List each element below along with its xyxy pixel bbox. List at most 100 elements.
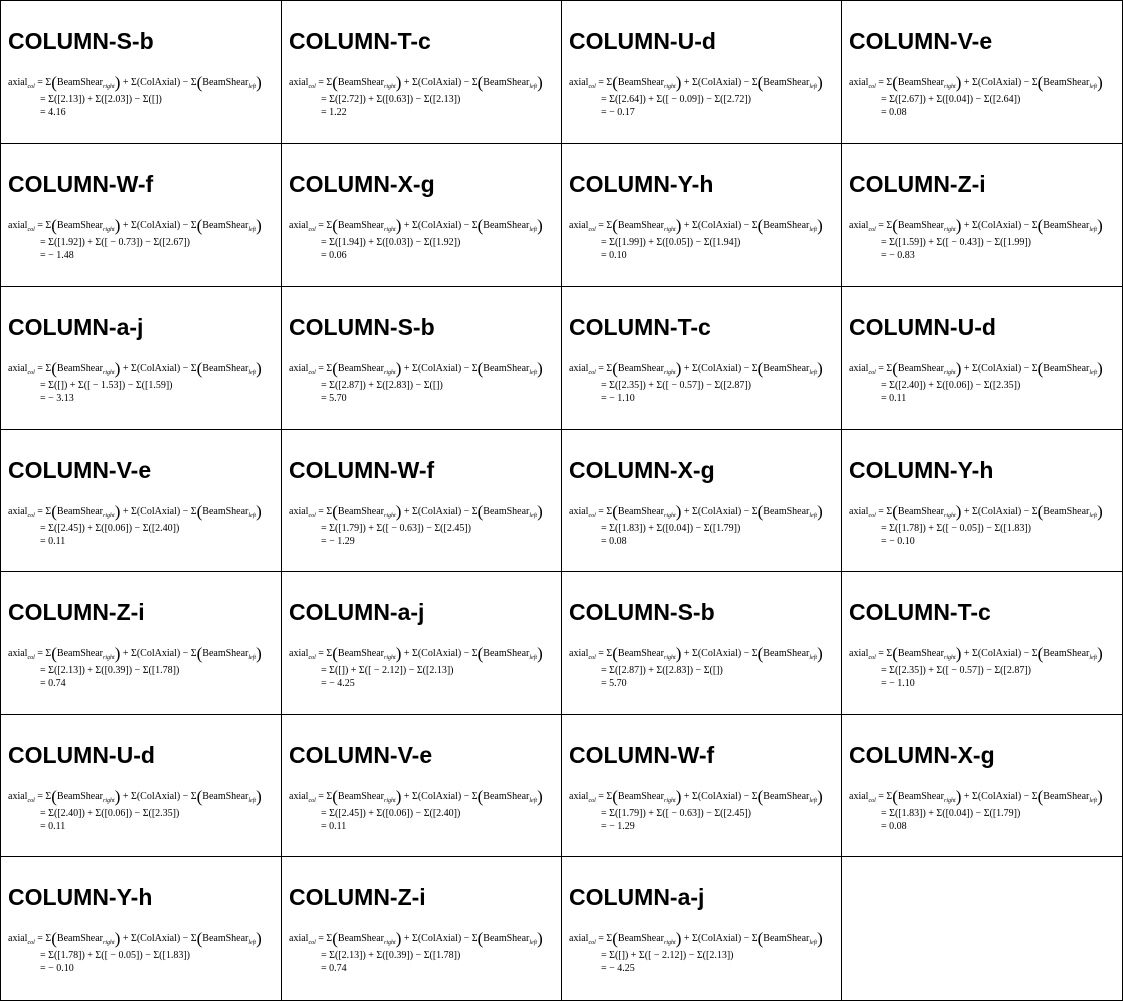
formula-label-sub: col [588, 513, 596, 519]
formula-label: axial [8, 77, 28, 88]
column-title: COLUMN-W-f [289, 457, 435, 483]
beam-shear-term: BeamShear [56, 791, 104, 802]
formula-result-row: = 0.10 [569, 249, 823, 262]
paren-close: ) [675, 502, 682, 521]
column-cell: COLUMN-S-b axialcol = Σ(BeamShearright) +… [1, 1, 282, 144]
equals-sign: = [881, 678, 887, 689]
formula-definition: axialcol = Σ(BeamShearright) + Σ(ColAxia… [849, 216, 1103, 236]
paren-close: ) [114, 359, 121, 378]
beam-shear-term: BeamShear [56, 648, 104, 659]
beam-shear-term: BeamShear [202, 648, 249, 659]
equals-sign: = [601, 250, 607, 261]
plus-sign: + [122, 220, 129, 231]
right-subscript: right [944, 513, 956, 519]
equals-sign: = [601, 950, 607, 961]
minus-sign: − [463, 220, 470, 231]
equals-sign: = [40, 678, 46, 689]
equals-sign: = [601, 523, 607, 534]
right-subscript: right [384, 655, 396, 661]
beam-shear-term: BeamShear [763, 220, 810, 231]
beam-shear-term: BeamShear [337, 791, 385, 802]
equals-sign: = [878, 791, 884, 802]
formula-label: axial [849, 791, 869, 802]
equals-sign: = [37, 220, 43, 231]
formula-definition: axialcol = Σ(BeamShearright) + Σ(ColAxia… [849, 787, 1103, 807]
formula-result-row: = − 4.25 [569, 962, 823, 975]
formula-label-sub: col [27, 227, 35, 233]
equals-sign: = [318, 77, 324, 88]
formula-result-row: = 0.11 [849, 392, 1103, 405]
equals-sign: = [598, 506, 604, 517]
formula-result-row: = 0.11 [8, 820, 262, 833]
paren-close: ) [537, 644, 543, 663]
column-cell: COLUMN-W-f axialcol = Σ(BeamShearright) +… [1, 144, 282, 287]
paren-close: ) [256, 787, 262, 806]
minus-sign: − [1023, 77, 1030, 88]
equals-sign: = [881, 536, 887, 547]
formula-label: axial [849, 506, 869, 517]
column-title: COLUMN-S-b [289, 314, 435, 340]
formula-label: axial [8, 648, 28, 659]
equals-sign: = [601, 393, 607, 404]
minus-sign: − [1023, 220, 1030, 231]
formula-label-sub: col [27, 370, 35, 376]
formula-label-sub: col [868, 513, 876, 519]
axial-formula: axialcol = Σ(BeamShearright) + Σ(ColAxia… [849, 73, 1103, 119]
column-cell: COLUMN-T-c axialcol = Σ(BeamShearright) +… [282, 1, 562, 144]
paren-close: ) [395, 644, 402, 663]
paren-close: ) [817, 502, 823, 521]
beam-shear-term: BeamShear [763, 77, 810, 88]
minus-sign: − [743, 220, 750, 231]
formula-substitution: Σ([2.87]) + Σ([2.83]) − Σ([]) [329, 380, 443, 391]
paren-close: ) [537, 787, 543, 806]
equals-sign: = [881, 237, 887, 248]
plus-sign: + [403, 220, 410, 231]
column-cell: COLUMN-S-b axialcol = Σ(BeamShearright) +… [282, 287, 562, 430]
paren-close: ) [114, 929, 121, 948]
formula-substitution: Σ([1.79]) + Σ([ − 0.63]) − Σ([2.45]) [329, 523, 471, 534]
formula-result: 0.11 [889, 393, 907, 404]
right-subscript: right [103, 370, 115, 376]
left-subscript: left [809, 513, 818, 519]
right-subscript: right [664, 513, 676, 519]
plus-sign: + [403, 363, 410, 374]
formula-substitution-row: = Σ([2.40]) + Σ([0.06]) − Σ([2.35]) [849, 379, 1103, 392]
paren-close: ) [256, 216, 262, 235]
paren-close: ) [114, 73, 121, 92]
left-subscript: left [529, 370, 538, 376]
equals-sign: = [318, 506, 324, 517]
beam-shear-term: BeamShear [337, 933, 385, 944]
formula-label-sub: col [308, 370, 316, 376]
beam-shear-term: BeamShear [617, 77, 665, 88]
formula-definition: axialcol = Σ(BeamShearright) + Σ(ColAxia… [849, 73, 1103, 93]
column-title: COLUMN-W-f [569, 742, 715, 768]
formula-label-sub: col [588, 84, 596, 90]
formula-result: 0.08 [889, 107, 907, 118]
formula-result-row: = − 1.10 [849, 677, 1103, 690]
paren-close: ) [955, 502, 962, 521]
formula-label-sub: col [588, 370, 596, 376]
formula-substitution: Σ([1.79]) + Σ([ − 0.63]) − Σ([2.45]) [609, 808, 751, 819]
formula-result: 0.08 [889, 821, 907, 832]
beam-shear-term: BeamShear [337, 77, 385, 88]
left-subscript: left [248, 513, 257, 519]
minus-sign: − [743, 791, 750, 802]
minus-sign: − [463, 363, 470, 374]
right-subscript: right [384, 84, 396, 90]
minus-sign: − [463, 77, 470, 88]
column-title: COLUMN-Z-i [289, 884, 426, 910]
plus-sign: + [122, 933, 129, 944]
left-subscript: left [809, 370, 818, 376]
formula-label-sub: col [868, 655, 876, 661]
formula-definition: axialcol = Σ(BeamShearright) + Σ(ColAxia… [849, 644, 1103, 664]
left-subscript: left [809, 798, 818, 804]
plus-sign: + [683, 77, 690, 88]
equals-sign: = [601, 237, 607, 248]
paren-close: ) [817, 644, 823, 663]
formula-label-sub: col [308, 84, 316, 90]
formula-substitution-row: = Σ([1.92]) + Σ([ − 0.73]) − Σ([2.67]) [8, 236, 262, 249]
formula-result-row: = − 1.10 [569, 392, 823, 405]
beam-shear-term: BeamShear [897, 363, 945, 374]
paren-close: ) [675, 929, 682, 948]
column-cell: COLUMN-V-e axialcol = Σ(BeamShearright) +… [282, 715, 562, 857]
